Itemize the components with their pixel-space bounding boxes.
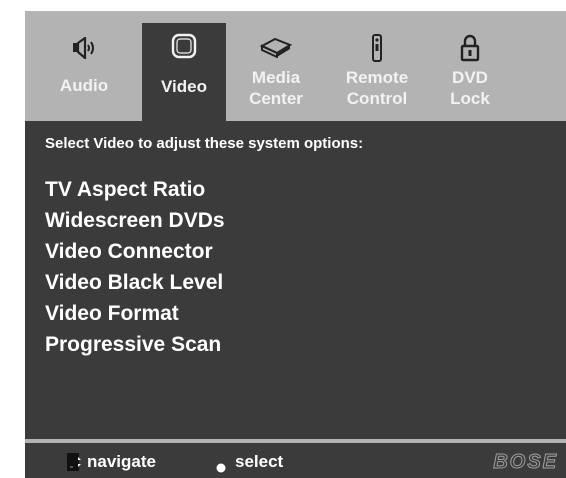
media-center-icon	[259, 37, 293, 62]
tab-video[interactable]: Video	[142, 23, 226, 121]
select-dot-icon	[216, 458, 226, 478]
options-menu: TV Aspect Ratio Widescreen DVDs Video Co…	[45, 174, 225, 360]
tab-media-center[interactable]: Media Center	[235, 11, 317, 121]
tab-remote-control[interactable]: Remote Control	[330, 11, 424, 121]
panel-prompt: Select Video to adjust these system opti…	[45, 135, 364, 152]
option-video-black-level[interactable]: Video Black Level	[45, 267, 225, 298]
option-video-format[interactable]: Video Format	[45, 298, 225, 329]
navigate-hint: navigate	[87, 452, 156, 471]
option-progressive-scan[interactable]: Progressive Scan	[45, 329, 225, 360]
option-tv-aspect-ratio[interactable]: TV Aspect Ratio	[45, 174, 225, 205]
tab-bar: Audio Video Media Center Remote Control …	[25, 11, 566, 121]
tab-label-line1: Remote	[345, 68, 409, 87]
tab-label-line1: Media	[251, 68, 301, 87]
remote-icon	[371, 34, 383, 66]
tab-label-line1: DVD	[452, 68, 488, 87]
speaker-icon	[72, 35, 96, 63]
tab-label-line2: Control	[346, 89, 408, 108]
tab-dvd-lock[interactable]: DVD Lock	[435, 11, 505, 121]
tab-audio[interactable]: Audio	[45, 11, 123, 121]
navigation-pad-icon	[67, 453, 81, 476]
setup-screen: Audio Video Media Center Remote Control …	[25, 11, 566, 478]
tab-label: Audio	[59, 76, 109, 95]
lock-icon	[460, 34, 480, 66]
tv-icon	[171, 33, 197, 63]
tab-label-line2: Lock	[450, 89, 490, 108]
option-widescreen-dvds[interactable]: Widescreen DVDs	[45, 205, 225, 236]
video-options-panel: Select Video to adjust these system opti…	[25, 121, 566, 439]
footer-bar: navigate select BOSE	[25, 443, 566, 478]
tab-label-line2: Center	[249, 89, 303, 108]
select-hint: select	[235, 452, 284, 471]
bose-logo: BOSE	[493, 451, 558, 474]
option-video-connector[interactable]: Video Connector	[45, 236, 225, 267]
tab-label: Video	[161, 77, 207, 96]
